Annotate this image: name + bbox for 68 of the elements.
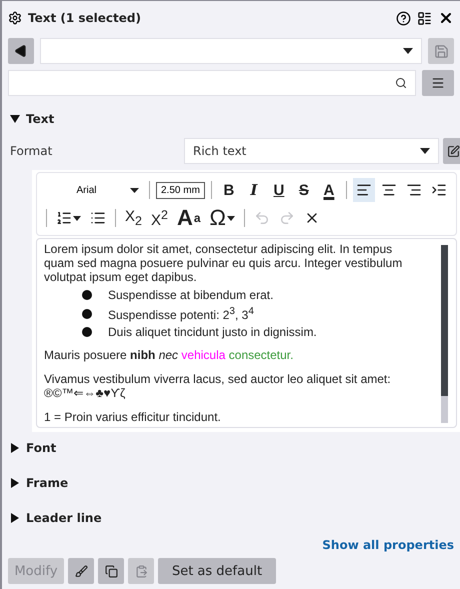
- copy-button[interactable]: [98, 558, 124, 584]
- redo-icon: [278, 210, 295, 226]
- save-icon: [434, 44, 448, 58]
- copy-icon: [104, 564, 118, 578]
- script-button[interactable]: X$_{2}$: [122, 206, 145, 230]
- scrollbar-thumb[interactable]: [440, 245, 448, 396]
- expand-arrow-icon: [10, 513, 20, 523]
- paragraph: 1 = Proin varius efficitur tincidunt.: [44, 410, 222, 424]
- caret-icon: [130, 188, 139, 192]
- font-size-button[interactable]: Aa: [174, 206, 204, 230]
- format-dropdown[interactable]: Rich text: [184, 138, 439, 164]
- clipboard-icon: [134, 564, 148, 578]
- list-item: Suspendisse potenti: 2$^{3}$, 3$^{4}$: [108, 305, 254, 322]
- section-header[interactable]: Text: [6, 106, 58, 132]
- font-dropdown[interactable]: Arial: [43, 184, 143, 196]
- expand-arrow-icon: [10, 478, 20, 488]
- paragraph: Vivamus vestibulum viverra lacus, sed auctor leo aliquet sit amet: ®©™⇐⇔♣♥ϒζ: [44, 372, 392, 400]
- bullet-icon: [82, 290, 92, 300]
- show-all-properties-link[interactable]: Show all properties: [322, 538, 454, 552]
- menu-icon: [431, 76, 445, 90]
- caret-icon: [420, 148, 430, 154]
- align-left-icon: [356, 182, 372, 198]
- bullet-list-icon: [90, 210, 106, 226]
- bold-button[interactable]: B: [218, 178, 240, 202]
- brush-icon: [74, 564, 88, 578]
- collapse-arrow-icon: [10, 114, 20, 124]
- settings-icon: [8, 11, 22, 25]
- section-header[interactable]: Frame: [6, 470, 72, 496]
- paragraph: Lorem ipsum dolor sit amet, consectetur adipiscing elit. In tempus quam sed magna posuere pulvinar eu quis arcu. Integer vestibulum volutpat ipsum eget dapibus.: [44, 242, 404, 284]
- menu-button[interactable]: [422, 70, 454, 96]
- script-button[interactable]: X$^{2}$: [148, 206, 171, 230]
- strike-button[interactable]: S: [292, 178, 315, 202]
- panel-title: Text (1 selected): [28, 11, 142, 25]
- underline-button[interactable]: U: [268, 178, 290, 202]
- section-header[interactable]: Font: [6, 435, 60, 461]
- color-button[interactable]: A: [318, 178, 340, 202]
- layout-icon: [417, 10, 432, 26]
- list-item: Duis aliquet tincidunt justo in dignissim.: [108, 325, 317, 339]
- align-center-icon: [380, 182, 397, 198]
- font-size-field[interactable]: 2.50 mm: [156, 182, 205, 198]
- indent-icon: [430, 182, 447, 198]
- edit-button[interactable]: [442, 138, 460, 164]
- section-header[interactable]: Leader line: [6, 505, 106, 531]
- bullet-icon: [82, 327, 92, 337]
- italic-button[interactable]: I: [242, 178, 265, 202]
- back-button[interactable]: [8, 38, 34, 64]
- list-item: Suspendisse at bibendum erat.: [108, 288, 274, 302]
- text-area[interactable]: [36, 238, 457, 428]
- search-field[interactable]: [8, 70, 416, 96]
- expand-arrow-icon: [10, 443, 20, 453]
- paragraph: Mauris posuere nibh nec vehicula consectetur.: [44, 348, 294, 362]
- align-left-button[interactable]: [352, 178, 375, 202]
- caret-icon: [226, 216, 235, 220]
- undo-icon: [254, 210, 270, 226]
- symbol-button[interactable]: Ω: [206, 206, 238, 230]
- close-icon: [438, 10, 454, 26]
- footer-button[interactable]: Set as default: [158, 558, 276, 584]
- caret-icon: [403, 48, 413, 54]
- numbered-list-icon: [56, 210, 72, 226]
- align-right-icon: [406, 182, 422, 198]
- help-icon: [396, 10, 411, 26]
- search-icon: [395, 77, 407, 89]
- bullet-icon: [82, 308, 92, 318]
- back-icon: [14, 44, 28, 58]
- edit-icon: [447, 144, 460, 158]
- caret-icon: [73, 216, 81, 220]
- brush-button[interactable]: [68, 558, 94, 584]
- format-label: Format: [10, 144, 54, 158]
